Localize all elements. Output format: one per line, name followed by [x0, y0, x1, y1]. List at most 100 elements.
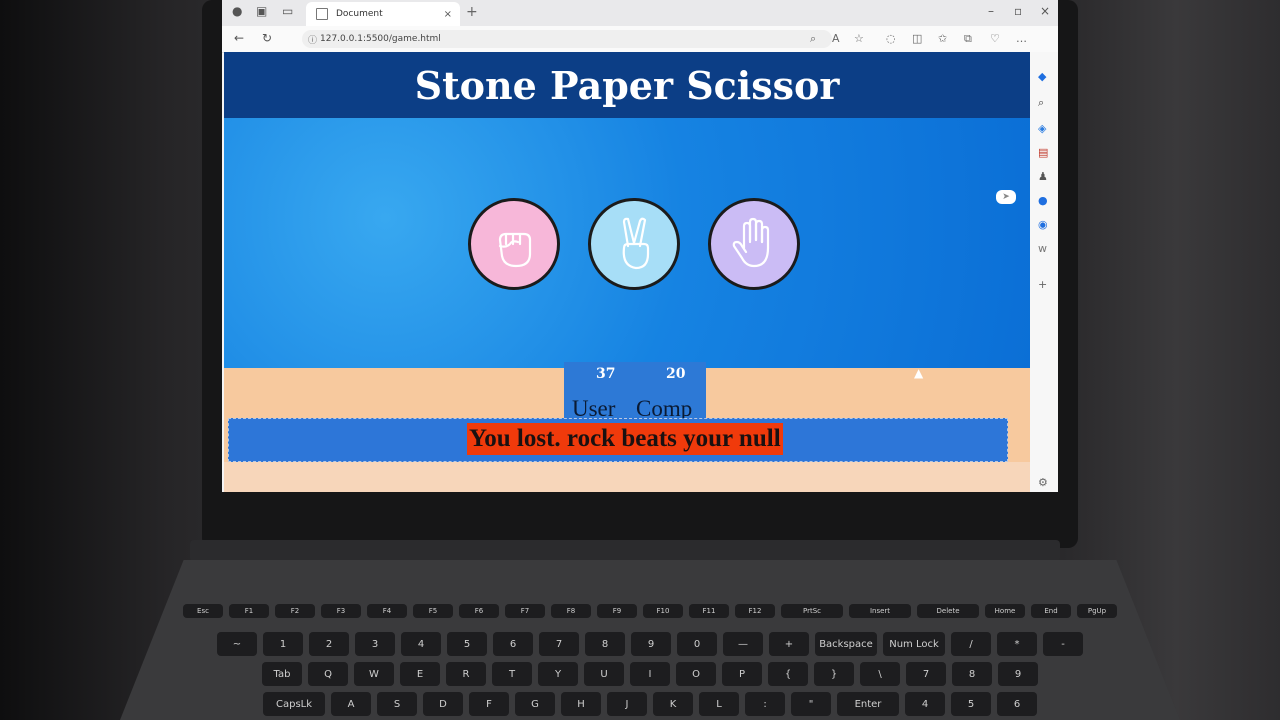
key-row4-6[interactable]: H — [561, 692, 601, 716]
zoom-icon[interactable]: ⌕ — [810, 32, 816, 46]
key-row2-13[interactable]: Backspace — [815, 632, 877, 656]
office-icon[interactable]: ● — [1038, 194, 1048, 207]
key-row4-3[interactable]: D — [423, 692, 463, 716]
key-row3-8[interactable]: I — [630, 662, 670, 686]
tab-actions-icon[interactable]: ▭ — [282, 4, 293, 18]
new-tab-button[interactable]: + — [466, 4, 478, 20]
key-row3-3[interactable]: E — [400, 662, 440, 686]
tools-icon[interactable]: ▤ — [1038, 146, 1048, 159]
search-icon[interactable]: ⌕ — [1038, 96, 1044, 110]
key-row4-0[interactable]: CapsLk — [263, 692, 325, 716]
key-row3-5[interactable]: T — [492, 662, 532, 686]
key-row1-0[interactable]: Esc — [183, 604, 223, 618]
key-row4-5[interactable]: G — [515, 692, 555, 716]
split-screen-icon[interactable]: ◫ — [912, 32, 922, 45]
tag-icon[interactable]: ◈ — [1038, 122, 1046, 135]
key-row3-14[interactable]: 7 — [906, 662, 946, 686]
url-field[interactable]: ⓘ 127.0.0.1:5500/game.html — [302, 30, 832, 48]
add-sidebar-icon[interactable]: + — [1038, 278, 1047, 291]
extension-icon[interactable]: ◌ — [886, 32, 896, 45]
read-aloud-icon[interactable]: A — [832, 32, 840, 45]
key-row1-17[interactable]: End — [1031, 604, 1071, 618]
send-icon[interactable]: ➤ — [996, 190, 1016, 204]
key-row1-6[interactable]: F6 — [459, 604, 499, 618]
key-row4-10[interactable]: : — [745, 692, 785, 716]
key-row3-16[interactable]: 9 — [998, 662, 1038, 686]
key-row2-4[interactable]: 4 — [401, 632, 441, 656]
key-row2-11[interactable]: — — [723, 632, 763, 656]
key-row2-10[interactable]: 0 — [677, 632, 717, 656]
games-icon[interactable]: ♟ — [1038, 170, 1048, 183]
refresh-icon[interactable]: ↻ — [262, 31, 272, 45]
key-row3-11[interactable]: { — [768, 662, 808, 686]
key-row3-6[interactable]: Y — [538, 662, 578, 686]
key-row1-7[interactable]: F7 — [505, 604, 545, 618]
key-row1-15[interactable]: Delete — [917, 604, 979, 618]
key-row2-1[interactable]: 1 — [263, 632, 303, 656]
key-row3-15[interactable]: 8 — [952, 662, 992, 686]
key-row1-8[interactable]: F8 — [551, 604, 591, 618]
settings-gear-icon[interactable]: ⚙ — [1038, 476, 1048, 489]
key-row2-6[interactable]: 6 — [493, 632, 533, 656]
key-row4-2[interactable]: S — [377, 692, 417, 716]
browser-essentials-icon[interactable]: ♡ — [990, 32, 1000, 45]
outlook-icon[interactable]: ◉ — [1038, 218, 1048, 231]
key-row4-15[interactable]: 6 — [997, 692, 1037, 716]
key-row2-14[interactable]: Num Lock — [883, 632, 945, 656]
key-row2-12[interactable]: + — [769, 632, 809, 656]
favorites-icon[interactable]: ✩ — [938, 32, 947, 45]
key-row4-11[interactable]: " — [791, 692, 831, 716]
key-row3-1[interactable]: Q — [308, 662, 348, 686]
rock-choice[interactable] — [468, 198, 560, 290]
key-row2-15[interactable]: / — [951, 632, 991, 656]
tab-document[interactable]: Document × — [306, 2, 460, 26]
key-row2-17[interactable]: - — [1043, 632, 1083, 656]
key-row1-12[interactable]: F12 — [735, 604, 775, 618]
key-row1-4[interactable]: F4 — [367, 604, 407, 618]
key-row3-0[interactable]: Tab — [262, 662, 302, 686]
key-row1-13[interactable]: PrtSc — [781, 604, 843, 618]
more-menu-icon[interactable]: … — [1016, 32, 1027, 45]
site-info-icon[interactable]: ⓘ — [308, 33, 317, 46]
key-row2-7[interactable]: 7 — [539, 632, 579, 656]
favorite-star-icon[interactable]: ☆ — [854, 32, 864, 45]
key-row1-14[interactable]: Insert — [849, 604, 911, 618]
key-row4-1[interactable]: A — [331, 692, 371, 716]
close-window-icon[interactable]: × — [1040, 4, 1050, 18]
key-row4-13[interactable]: 4 — [905, 692, 945, 716]
copilot-icon[interactable]: ◆ — [1038, 70, 1046, 83]
key-row1-18[interactable]: PgUp — [1077, 604, 1117, 618]
key-row4-14[interactable]: 5 — [951, 692, 991, 716]
back-icon[interactable]: ← — [234, 31, 244, 45]
maximize-icon[interactable]: ▫ — [1014, 4, 1022, 18]
key-row4-12[interactable]: Enter — [837, 692, 899, 716]
key-row3-7[interactable]: U — [584, 662, 624, 686]
close-tab-icon[interactable]: × — [444, 9, 452, 20]
key-row4-8[interactable]: K — [653, 692, 693, 716]
key-row3-2[interactable]: W — [354, 662, 394, 686]
key-row2-0[interactable]: ~ — [217, 632, 257, 656]
minimize-icon[interactable]: – — [988, 4, 994, 18]
key-row3-9[interactable]: O — [676, 662, 716, 686]
key-row1-10[interactable]: F10 — [643, 604, 683, 618]
key-row3-13[interactable]: \ — [860, 662, 900, 686]
key-row3-4[interactable]: R — [446, 662, 486, 686]
paper-choice[interactable] — [708, 198, 800, 290]
profile-icon[interactable]: ● — [232, 4, 242, 18]
key-row1-2[interactable]: F2 — [275, 604, 315, 618]
key-row2-9[interactable]: 9 — [631, 632, 671, 656]
key-row1-5[interactable]: F5 — [413, 604, 453, 618]
key-row1-11[interactable]: F11 — [689, 604, 729, 618]
key-row3-10[interactable]: P — [722, 662, 762, 686]
key-row1-1[interactable]: F1 — [229, 604, 269, 618]
key-row4-7[interactable]: J — [607, 692, 647, 716]
key-row2-3[interactable]: 3 — [355, 632, 395, 656]
key-row2-2[interactable]: 2 — [309, 632, 349, 656]
scissors-choice[interactable] — [588, 198, 680, 290]
key-row2-16[interactable]: * — [997, 632, 1037, 656]
workspaces-icon[interactable]: ▣ — [256, 4, 267, 18]
key-row4-9[interactable]: L — [699, 692, 739, 716]
key-row1-9[interactable]: F9 — [597, 604, 637, 618]
key-row1-16[interactable]: Home — [985, 604, 1025, 618]
key-row3-12[interactable]: } — [814, 662, 854, 686]
